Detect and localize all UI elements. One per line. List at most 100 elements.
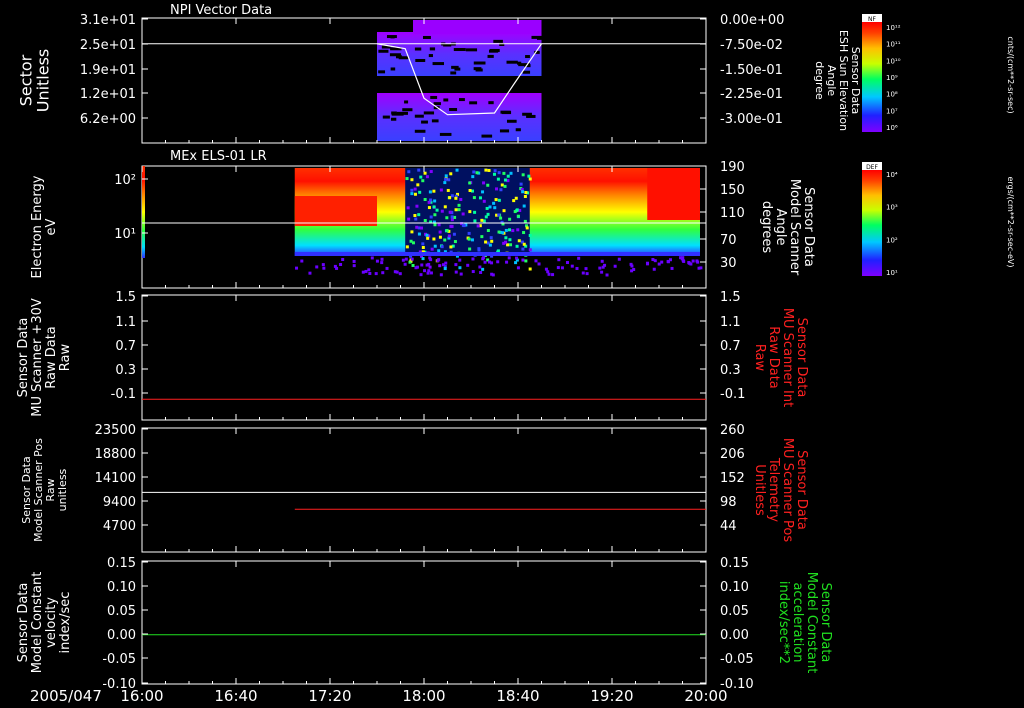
els-speckle [489,236,493,240]
els-low-speckle [581,271,585,275]
right-y-axis-label: Model Scanner [787,179,802,276]
els-speckle [450,194,454,198]
els-low-speckle [600,259,604,263]
colorbar-tick-label: 10⁴ [886,171,898,179]
els-speckle [500,183,504,187]
els-speckle [454,208,458,212]
els-speckle [475,171,479,175]
els-speckle [423,219,427,223]
els-low-speckle [466,263,470,267]
els-speckle [428,265,432,269]
els-low-speckle [403,262,407,266]
npi-speckle [465,48,478,52]
els-low-speckle [398,272,402,276]
y-tick-label: 23500 [95,423,136,438]
y-axis-label: eV [44,218,59,235]
colorbar-def-label: DEF [866,164,878,171]
els-speckle [508,217,512,221]
y-axis-label: Model Constant [30,572,45,674]
els-speckle [440,245,444,249]
els-speckle [457,203,461,207]
els-speckle [461,223,465,227]
els-speckle [522,204,526,208]
els-speckle [470,238,474,242]
els-low-speckle [601,265,605,269]
els-speckle [407,170,411,174]
colorbar-tick-label: 10¹² [886,24,901,32]
els-speckle [514,196,518,200]
y-tick-label: 1.9e+01 [80,63,136,78]
els-low-speckle [380,261,384,265]
els-speckle [416,183,420,187]
els-speckle [438,230,442,234]
y-tick-label: 1.2e+01 [80,87,136,102]
panel-title-els: MEx ELS-01 LR [170,149,267,164]
npi-speckle [421,120,428,124]
els-speckle [509,243,513,247]
els-low-speckle [339,262,343,266]
els-speckle [471,175,475,179]
right-y-axis-label: acceleration [790,582,805,662]
els-low-speckle [479,270,483,274]
els-low-speckle [381,271,385,275]
els-low-speckle [370,256,374,260]
time-tick-label: 19:20 [590,687,633,705]
els-low-speckle [420,263,424,267]
els-speckle [506,174,510,178]
els-speckle [411,263,415,267]
els-speckle [438,264,442,268]
els-speckle [413,187,417,191]
els-speckle [448,196,452,200]
y-axis-label: Raw [58,343,73,371]
npi-speckle [386,35,397,39]
right-y-axis-label: Unitless [752,464,767,516]
time-tick-label: 18:40 [496,687,539,705]
npi-speckle [451,65,459,69]
els-low-speckle [645,261,649,265]
els-speckle [405,245,409,249]
els-speckle [428,190,432,194]
els-speckle [410,178,414,182]
colorbar-tick-label: 10³ [886,204,898,212]
right-y-tick-label: 150 [720,183,745,198]
npi-speckle [515,128,521,132]
els-speckle [445,216,449,220]
els-low-speckle [668,258,672,262]
els-speckle [440,209,444,213]
npi-speckle [398,56,409,60]
npi-speckle [500,110,511,114]
els-speckle [515,208,519,212]
els-low-speckle [300,259,304,263]
colorbar-tick-label: 10¹ [886,269,898,277]
els-speckle [427,206,431,210]
els-low-speckle [670,266,674,270]
els-speckle [425,175,429,179]
els-low-speckle [617,257,621,261]
els-speckle [443,238,447,242]
els-low-speckle [352,264,356,268]
els-speckle [419,226,423,230]
els-speckle [482,181,486,185]
els-low-speckle [483,260,487,264]
els-speckle [467,237,471,241]
els-low-speckle [657,262,661,266]
els-low-speckle [652,267,656,271]
els-speckle [438,235,442,239]
colorbar-tick-label: 10⁷ [886,107,898,115]
els-speckle [445,229,449,233]
els-speckle [522,242,526,246]
els-low-speckle [482,256,486,260]
els-speckle [417,168,421,172]
els-speckle [524,191,528,195]
els-low-speckle [585,272,589,276]
colorbar-tick-label: 10⁶ [886,124,898,132]
colorbar-tick-label: 10⁸ [886,91,898,99]
els-speckle [426,236,430,240]
els-speckle [435,208,439,212]
els-low-speckle [632,267,636,271]
els-low-speckle [490,261,494,265]
els-speckle [447,234,451,238]
els-speckle [503,178,507,182]
right-y-tick-label: 98 [720,495,737,510]
els-speckle [457,208,461,212]
